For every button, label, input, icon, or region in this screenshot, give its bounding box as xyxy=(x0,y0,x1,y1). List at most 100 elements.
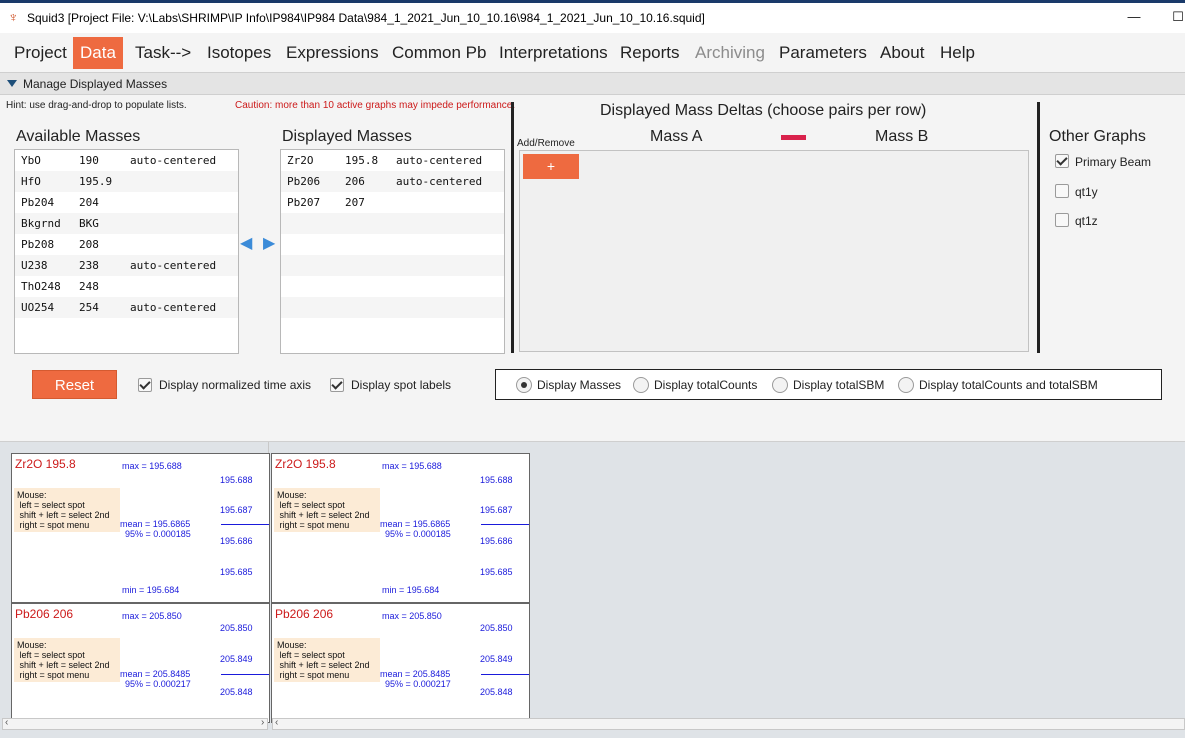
spot-labels-checkbox[interactable] xyxy=(330,378,344,392)
scroll-left-icon[interactable]: ‹ xyxy=(5,717,8,728)
reset-button[interactable]: Reset xyxy=(32,370,117,399)
normalized-time-checkbox[interactable] xyxy=(138,378,152,392)
display-totalsbm-radio[interactable] xyxy=(772,377,788,393)
graph-title: Zr2O 195.8 xyxy=(275,457,336,471)
mass-deltas-pairs-box xyxy=(519,150,1029,352)
y-tick-label: 195.685 xyxy=(220,567,253,577)
menu-reports[interactable]: Reports xyxy=(613,37,687,69)
menu-task[interactable]: Task--> xyxy=(128,37,198,69)
mean-line xyxy=(481,674,529,675)
qt1y-checkbox[interactable] xyxy=(1055,184,1069,198)
graph-ci: 95% = 0.000217 xyxy=(125,679,191,689)
graph-title: Zr2O 195.8 xyxy=(15,457,76,471)
mass-graph-panel[interactable]: Pb206 206 max = 205.850 Mouse: left = sele… xyxy=(271,603,530,723)
mouse-help: Mouse: left = select spot shift + left =… xyxy=(274,488,380,532)
mass-b-header: Mass B xyxy=(875,128,929,145)
mass-value: 207 xyxy=(345,196,365,209)
mass-name: Pb208 xyxy=(21,238,55,251)
mass-graph-panel[interactable]: Pb206 206 max = 205.850 Mouse: left = sele… xyxy=(11,603,270,723)
mass-graph-panel[interactable]: Zr2O 195.8 max = 195.688 Mouse: left = sel… xyxy=(11,453,270,603)
hint-text: Hint: use drag-and-drop to populate list… xyxy=(6,100,187,111)
menu-about[interactable]: About xyxy=(873,37,931,69)
primary-beam-checkbox[interactable] xyxy=(1055,154,1069,168)
list-item[interactable]: YbO 190 auto-centered xyxy=(15,150,238,171)
graph-max: max = 195.688 xyxy=(382,461,442,471)
menu-expressions[interactable]: Expressions xyxy=(279,37,386,69)
available-masses-list[interactable]: YbO 190 auto-centered HfO 195.9 Pb204 204 Bkgrn… xyxy=(14,149,239,354)
horizontal-scrollbar-left[interactable]: ‹ › xyxy=(2,717,268,730)
list-item[interactable]: Pb206 206 auto-centered xyxy=(281,171,504,192)
qt1z-checkbox[interactable] xyxy=(1055,213,1069,227)
display-masses-label: Display Masses xyxy=(537,378,622,392)
mouse-help: Mouse: left = select spot shift + left =… xyxy=(274,638,380,682)
menu-interpretations[interactable]: Interpretations xyxy=(492,37,615,69)
list-item[interactable]: Zr2O 195.8 auto-centered xyxy=(281,150,504,171)
list-item[interactable]: UO254 254 auto-centered xyxy=(15,297,238,318)
displayed-masses-list[interactable]: Zr2O 195.8 auto-centered Pb206 206 auto-cente… xyxy=(280,149,505,354)
y-tick-label: 205.848 xyxy=(480,687,513,697)
list-item[interactable]: Bkgrnd BKG xyxy=(15,213,238,234)
displayed-masses-title: Displayed Masses xyxy=(282,128,412,145)
menu-help[interactable]: Help xyxy=(933,37,982,69)
minimize-button[interactable]: — xyxy=(1122,7,1146,27)
window-title: Squid3 [Project File: V:\Labs\SHRIMP\IP … xyxy=(27,11,705,25)
move-right-arrow-icon[interactable]: ▶ xyxy=(263,236,275,252)
maximize-button[interactable]: ☐ xyxy=(1166,7,1185,27)
y-tick-label: 205.850 xyxy=(220,623,253,633)
menu-isotopes[interactable]: Isotopes xyxy=(200,37,278,69)
centering-note: auto-centered xyxy=(130,301,217,314)
centering-note: auto-centered xyxy=(396,175,483,188)
mouse-help: Mouse: left = select spot shift + left =… xyxy=(14,638,120,682)
display-masses-radio[interactable] xyxy=(516,377,532,393)
mass-name: Pb204 xyxy=(21,196,55,209)
separator-left xyxy=(511,102,514,353)
manage-displayed-masses-header[interactable]: Manage Displayed Masses xyxy=(0,72,1185,95)
display-totalcounts-and-totalsbm-radio[interactable] xyxy=(898,377,914,393)
centering-note: auto-centered xyxy=(396,154,483,167)
y-tick-label: 205.849 xyxy=(220,654,253,664)
squid-app-icon: ♆ xyxy=(8,9,19,25)
list-item xyxy=(281,276,504,297)
move-left-arrow-icon[interactable]: ◀ xyxy=(240,236,252,252)
menu-parameters[interactable]: Parameters xyxy=(772,37,874,69)
mass-deltas-title: Displayed Mass Deltas (choose pairs per … xyxy=(600,102,927,119)
menu-project[interactable]: Project xyxy=(7,37,74,69)
centering-note: auto-centered xyxy=(130,259,217,272)
mass-name: Pb206 xyxy=(287,175,321,188)
spot-labels-label: Display spot labels xyxy=(351,378,452,392)
list-item[interactable]: Pb204 204 xyxy=(15,192,238,213)
add-pair-button[interactable]: + xyxy=(523,154,579,179)
mean-line xyxy=(221,674,269,675)
graph-mean: mean = 195.6865 xyxy=(120,519,191,529)
list-item[interactable]: Pb208 208 xyxy=(15,234,238,255)
y-tick-label: 195.688 xyxy=(480,475,513,485)
mass-value: 208 xyxy=(79,238,99,251)
display-totalcounts-radio[interactable] xyxy=(633,377,649,393)
horizontal-scrollbar-right[interactable]: ‹ xyxy=(272,717,1185,730)
list-item xyxy=(281,255,504,276)
y-tick-label: 195.687 xyxy=(480,505,513,515)
graph-mean: mean = 205.8485 xyxy=(120,669,191,679)
mass-value: 204 xyxy=(79,196,99,209)
graph-max: max = 205.850 xyxy=(122,611,182,621)
mass-graph-panel[interactable]: Zr2O 195.8 max = 195.688 Mouse: left = sel… xyxy=(271,453,530,603)
graph-mean: mean = 195.6865 xyxy=(380,519,451,529)
menu-common-pb[interactable]: Common Pb xyxy=(385,37,493,69)
mouse-help: Mouse: left = select spot shift + left =… xyxy=(14,488,120,532)
qt1z-label: qt1z xyxy=(1075,214,1098,228)
scroll-right-icon[interactable]: › xyxy=(261,717,264,728)
y-tick-label: 195.688 xyxy=(220,475,253,485)
graph-min: min = 195.684 xyxy=(382,585,440,595)
list-item[interactable]: HfO 195.9 xyxy=(15,171,238,192)
scroll-left-icon-2[interactable]: ‹ xyxy=(275,717,278,728)
list-item[interactable]: U238 238 auto-centered xyxy=(15,255,238,276)
normalized-time-label: Display normalized time axis xyxy=(159,378,312,392)
mass-a-header: Mass A xyxy=(650,128,703,145)
qt1y-label: qt1y xyxy=(1075,185,1098,199)
menu-data[interactable]: Data xyxy=(73,37,123,69)
list-item[interactable]: Pb207 207 xyxy=(281,192,504,213)
list-item[interactable]: ThO248 248 xyxy=(15,276,238,297)
titled-pane-label: Manage Displayed Masses xyxy=(23,77,168,91)
add-remove-label: Add/Remove xyxy=(517,138,575,149)
menu-bar: Project Data Task--> Isotopes Expression… xyxy=(0,33,1185,71)
